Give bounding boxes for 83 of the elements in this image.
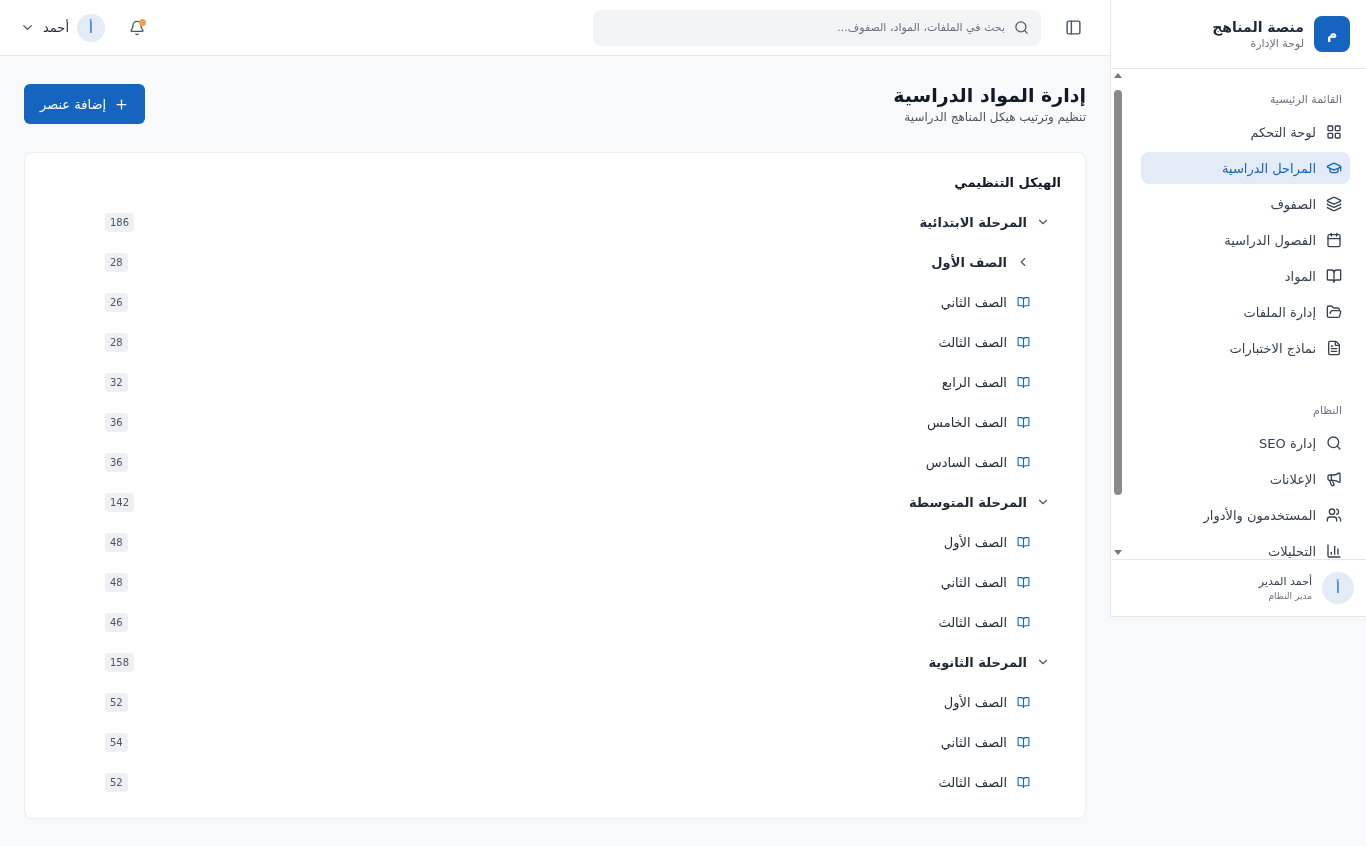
tree-item-label[interactable]: الصف الخامس — [927, 414, 1007, 430]
count-badge: 46 — [105, 612, 128, 632]
sidebar-item[interactable]: التحليلات — [1141, 535, 1350, 559]
tree-item-label[interactable]: الصف الثاني — [940, 294, 1007, 310]
book-icon — [1016, 575, 1030, 589]
sidebar-item[interactable]: المواد — [1141, 260, 1350, 292]
section-heading: النظام — [1312, 403, 1343, 419]
tree-item-label[interactable]: الصف الثاني — [940, 734, 1007, 750]
tree-item-label[interactable]: الصف الأول — [943, 534, 1007, 550]
brand-subtitle: لوحة الإدارة — [1249, 36, 1304, 50]
page-title: إدارة المواد الدراسية — [893, 84, 1086, 106]
scroll-down-icon[interactable] — [1114, 550, 1122, 555]
count-badge: 142 — [105, 492, 135, 512]
sidebar-item[interactable]: نماذج الاختبارات — [1141, 332, 1350, 364]
tree-item-label[interactable]: الصف الثالث — [938, 614, 1007, 630]
sidebar-item[interactable]: الإعلانات — [1141, 463, 1350, 495]
user-menu[interactable]: أ أحمد — [20, 13, 105, 42]
count-badge: 26 — [105, 292, 128, 312]
sidebar-item[interactable]: لوحة التحكم — [1141, 116, 1350, 148]
book-icon — [1016, 415, 1030, 429]
count-badge: 28 — [105, 332, 128, 352]
tree-item-label[interactable]: الصف الرابع — [941, 374, 1007, 390]
sidebar-item[interactable]: إدارة SEO — [1141, 427, 1350, 459]
user-avatar: أ — [77, 13, 105, 42]
layers-icon — [1326, 196, 1342, 212]
plus-icon — [114, 96, 130, 112]
sidebar-item[interactable]: إدارة الملفات — [1141, 296, 1350, 328]
count-badge: 54 — [105, 732, 128, 752]
document-icon — [1326, 340, 1342, 356]
tree-item-label[interactable]: الصف الثالث — [938, 334, 1007, 350]
user-role: مدير النظام — [1267, 591, 1312, 601]
count-badge: 36 — [105, 412, 128, 432]
count-badge: 32 — [105, 372, 128, 392]
count-badge: 52 — [105, 692, 128, 712]
book-icon — [1016, 455, 1030, 469]
tree-item-label[interactable]: الصف السادس — [925, 454, 1007, 470]
add-item-button[interactable]: إضافة عنصر — [24, 84, 146, 124]
megaphone-icon — [1326, 471, 1342, 487]
book-icon — [1326, 268, 1342, 284]
book-icon — [1016, 375, 1030, 389]
sidebar-item[interactable]: المستخدمون والأدوار — [1141, 499, 1350, 531]
logo: م — [1314, 16, 1350, 52]
calendar-icon — [1326, 232, 1342, 248]
users-icon — [1326, 507, 1342, 523]
book-icon — [1016, 335, 1030, 349]
sidebar-item[interactable]: الفصول الدراسية — [1141, 224, 1350, 256]
search-icon — [1326, 435, 1342, 451]
tree-item-label[interactable]: الصف الثالث — [938, 774, 1007, 790]
folder-icon — [1326, 304, 1342, 320]
book-icon — [1016, 695, 1030, 709]
count-badge: 158 — [105, 652, 135, 672]
book-icon — [1016, 295, 1030, 309]
graduation-cap-icon — [1326, 160, 1342, 176]
book-icon — [1016, 535, 1030, 549]
book-icon — [1016, 775, 1030, 789]
section-heading: القائمة الرئيسية — [1268, 92, 1343, 108]
book-icon — [1016, 735, 1030, 749]
scrollbar-thumb[interactable] — [1114, 90, 1122, 495]
count-badge: 186 — [105, 212, 135, 232]
tree-item-label[interactable]: الصف الثاني — [940, 574, 1007, 590]
tree-item-label[interactable]: الصف الأول — [943, 694, 1007, 710]
page-subtitle: تنظيم وترتيب هيكل المناهج الدراسية — [903, 110, 1086, 124]
count-badge: 48 — [105, 532, 128, 552]
book-icon — [1016, 615, 1030, 629]
brand-title: منصة المناهج — [1212, 18, 1304, 35]
user-avatar: أ — [1322, 572, 1354, 604]
count-badge: 28 — [105, 252, 128, 272]
count-badge: 48 — [105, 572, 128, 592]
sidebar-item[interactable]: الصفوف — [1141, 188, 1350, 220]
search-icon — [1014, 19, 1029, 35]
search-field[interactable]: بحث في الملفات، المواد، الصفوف... — [593, 9, 1041, 46]
scroll-up-icon[interactable] — [1114, 73, 1122, 78]
tree-item-label[interactable]: المرحلة الابتدائية — [919, 214, 1027, 230]
card-title: الهيكل التنظيمي — [953, 175, 1061, 190]
count-badge: 36 — [105, 452, 128, 472]
tree-item-label[interactable]: المرحلة المتوسطة — [908, 494, 1027, 510]
grid-icon — [1326, 124, 1342, 140]
count-badge: 52 — [105, 772, 128, 792]
user-name: أحمد المدير — [1258, 575, 1312, 588]
bar-chart-icon — [1326, 543, 1342, 559]
sidebar-item[interactable]: المراحل الدراسية — [1141, 152, 1350, 184]
tree-item-label[interactable]: الصف الأول — [931, 254, 1007, 270]
tree-item-label[interactable]: المرحلة الثانوية — [928, 654, 1027, 670]
